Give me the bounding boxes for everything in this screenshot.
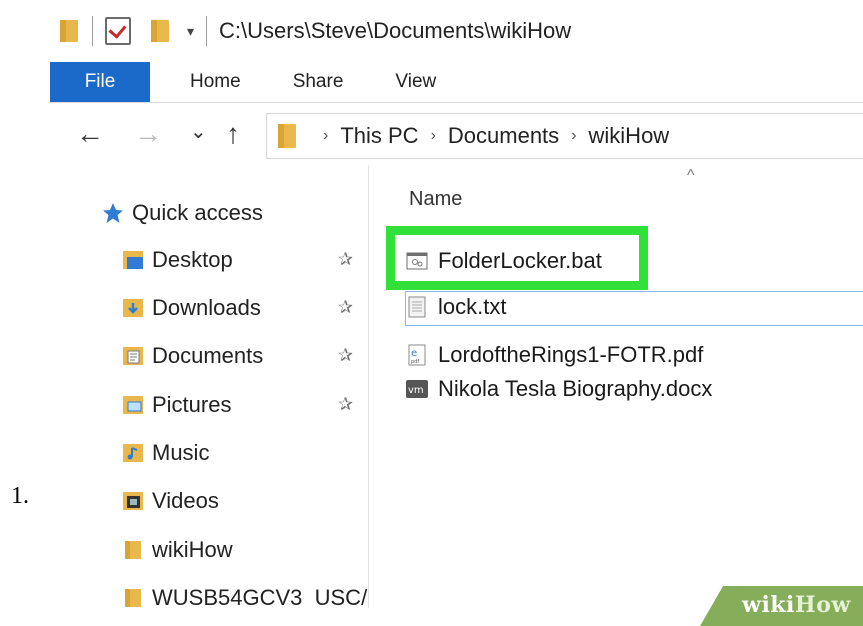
nav-item-music[interactable]: Music <box>122 433 209 473</box>
nav-item-downloads[interactable]: Downloads <box>122 288 352 328</box>
tab-file[interactable]: File <box>50 62 150 102</box>
forward-button[interactable]: → <box>134 117 162 151</box>
properties-icon[interactable] <box>105 17 131 45</box>
downloads-folder-icon <box>123 299 143 317</box>
nav-item-label: Quick access <box>132 200 263 225</box>
title-separator <box>206 16 208 46</box>
highlight-box <box>386 226 648 290</box>
recent-locations-button[interactable]: ⌄ <box>190 115 207 149</box>
wikihow-watermark: wikiHow <box>742 592 851 618</box>
file-explorer-window: ▾ C:\Users\Steve\Documents\wikiHow File … <box>50 0 863 608</box>
star-icon <box>103 203 123 223</box>
breadcrumb-separator: › <box>430 127 436 144</box>
new-folder-icon[interactable] <box>149 18 171 44</box>
nav-item-desktop[interactable]: Desktop <box>122 240 352 280</box>
watermark-how: How <box>794 592 851 618</box>
watermark-wiki: wiki <box>742 592 795 618</box>
file-name: LordoftheRings1-FOTR.pdf <box>438 342 704 367</box>
folder-icon <box>125 541 141 559</box>
folder-icon <box>125 589 141 607</box>
navigation-bar: ← → ⌄ ↑ › This PC › Documents › wikiHow <box>50 103 863 165</box>
window-title: C:\Users\Steve\Documents\wikiHow <box>219 18 572 43</box>
quick-access-toolbar-dropdown[interactable]: ▾ <box>187 23 194 40</box>
videos-folder-icon <box>123 492 143 510</box>
file-name: Nikola Tesla Biography.docx <box>438 376 713 401</box>
title-bar: ▾ C:\Users\Steve\Documents\wikiHow <box>50 0 863 62</box>
nav-item-wusb54gcv3[interactable]: WUSB54GCV3_USC/ <box>122 578 368 608</box>
pin-icon: ✰ <box>338 249 354 269</box>
pictures-folder-icon <box>123 396 143 414</box>
nav-item-label: Downloads <box>152 295 261 320</box>
file-row-lock-txt[interactable]: lock.txt <box>406 287 506 327</box>
breadcrumb-this-pc[interactable]: This PC <box>340 123 418 149</box>
ribbon-tabs: File Home Share View <box>50 62 863 102</box>
sort-ascending-indicator: ^ <box>687 167 695 184</box>
file-row-tesla-docx[interactable]: vm Nikola Tesla Biography.docx <box>406 369 712 409</box>
pin-icon: ✰ <box>338 297 354 317</box>
breadcrumb-separator: › <box>571 127 577 144</box>
text-file-icon <box>408 296 426 318</box>
nav-item-label: wikiHow <box>152 537 233 562</box>
desktop-folder-icon <box>123 251 143 269</box>
pin-icon: ✰ <box>338 345 354 365</box>
column-header-name[interactable]: Name <box>409 188 462 211</box>
svg-text:pdf: pdf <box>411 359 419 365</box>
svg-text:e: e <box>411 348 417 359</box>
folder-icon <box>278 124 296 148</box>
docx-file-icon: vm <box>406 380 428 398</box>
nav-item-label: Videos <box>152 488 219 513</box>
tab-share[interactable]: Share <box>267 62 370 102</box>
step-number: 1. <box>11 483 29 509</box>
navigation-pane: Quick access Desktop ✰ Downloads ✰ Docum… <box>50 165 368 608</box>
tab-home[interactable]: Home <box>150 62 267 102</box>
breadcrumb-separator: › <box>323 127 329 144</box>
address-bar[interactable]: › This PC › Documents › wikiHow <box>266 113 863 159</box>
music-folder-icon <box>123 444 143 462</box>
pdf-file-icon: epdf <box>408 344 426 366</box>
documents-folder-icon <box>123 347 143 365</box>
nav-item-videos[interactable]: Videos <box>122 481 219 521</box>
svg-text:vm: vm <box>408 385 424 396</box>
nav-item-documents[interactable]: Documents <box>122 336 352 376</box>
tab-view[interactable]: View <box>369 62 462 102</box>
file-name: lock.txt <box>438 294 507 319</box>
nav-item-pictures[interactable]: Pictures <box>122 385 352 425</box>
pin-icon: ✰ <box>338 394 354 414</box>
nav-item-label: Music <box>152 440 210 465</box>
back-button[interactable]: ← <box>76 117 104 151</box>
nav-item-label: Documents <box>152 343 264 368</box>
breadcrumb-documents[interactable]: Documents <box>448 123 559 149</box>
title-separator <box>92 16 93 46</box>
folder-icon <box>60 20 78 42</box>
nav-item-label: WUSB54GCV3_USC/ <box>152 585 368 608</box>
nav-item-wikihow[interactable]: wikiHow <box>122 530 233 570</box>
breadcrumb-wikihow[interactable]: wikiHow <box>589 123 670 149</box>
nav-item-quick-access[interactable]: Quick access <box>102 193 263 233</box>
nav-item-label: Pictures <box>152 392 232 417</box>
up-button[interactable]: ↑ <box>226 117 240 151</box>
nav-item-label: Desktop <box>152 247 233 272</box>
